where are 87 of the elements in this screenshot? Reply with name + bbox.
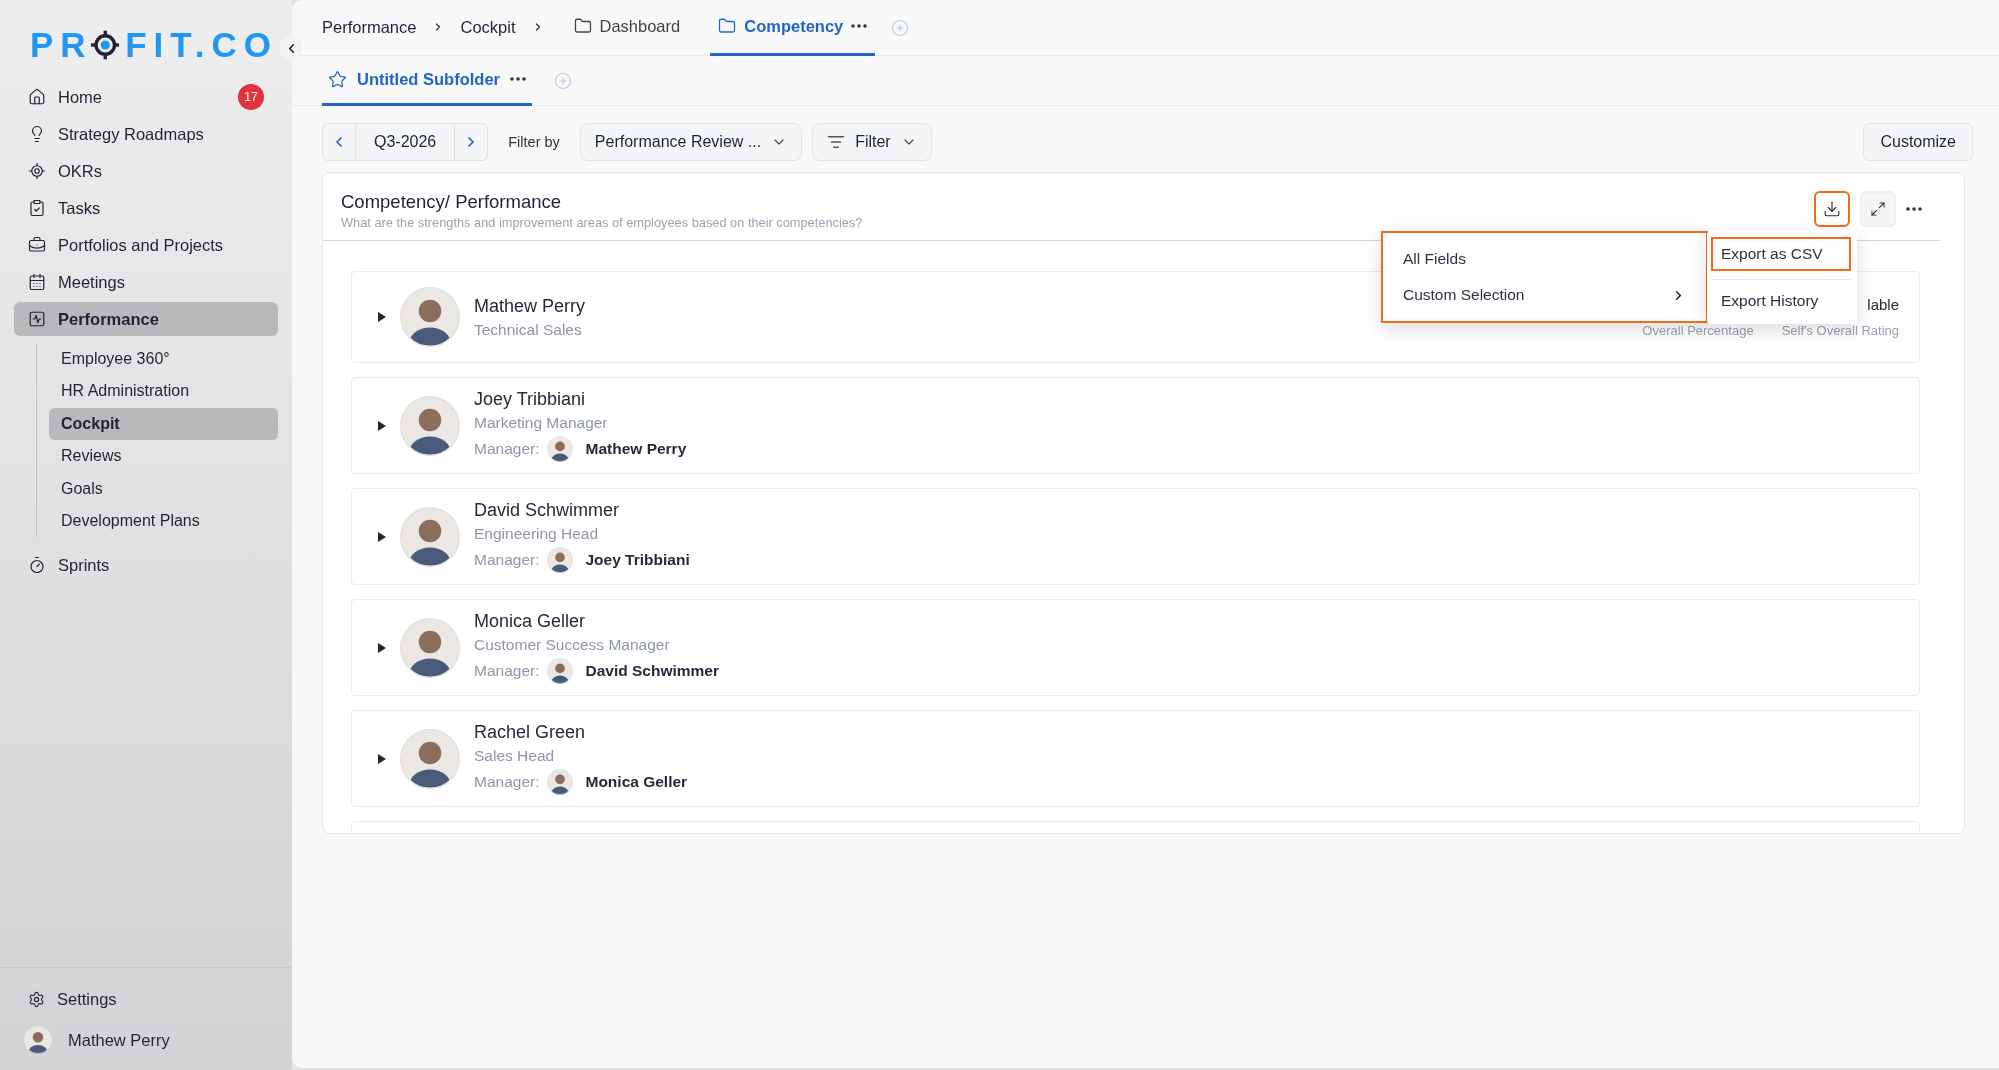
target-icon [90, 28, 120, 62]
settings-item[interactable]: Settings [14, 982, 278, 1016]
filter-by-label: Filter by [508, 134, 560, 150]
nav-subitem[interactable]: Goals [49, 473, 278, 505]
settings-icon [28, 990, 45, 1008]
manager-label: Manager: [474, 773, 540, 791]
folder-tab[interactable]: Dashboard [565, 0, 689, 56]
nav-item[interactable]: Portfolios and Projects [14, 228, 278, 262]
view-dropdown[interactable]: Performance Review ... [579, 123, 803, 161]
manager-label: Manager: [474, 662, 540, 680]
expand-caret-icon[interactable] [378, 312, 386, 322]
menu-item[interactable]: Export History [1711, 284, 1851, 318]
employee-name: Monica Geller [474, 611, 587, 632]
clipboard-icon [28, 199, 46, 217]
house-icon [28, 88, 46, 106]
star-icon [328, 69, 347, 89]
employee-role: Customer Success Manager [474, 636, 671, 654]
more-button[interactable] [1906, 207, 1922, 211]
more-icon [1906, 207, 1922, 211]
nav-item[interactable]: OKRs [14, 154, 278, 188]
menu-item[interactable]: Export as CSV [1711, 237, 1851, 271]
expand-caret-icon[interactable] [378, 420, 386, 431]
nav-item[interactable]: Home 17 [14, 80, 278, 114]
chart-icon [28, 310, 46, 328]
logo: PR FIT.CO [29, 24, 278, 66]
manager-name: Mathew Perry [585, 440, 687, 458]
employee-name: Rachel Green [474, 722, 587, 743]
menu-item[interactable]: Custom Selection [1383, 277, 1706, 313]
nav-item[interactable]: Meetings [14, 265, 278, 299]
expand-caret-icon[interactable] [378, 531, 386, 542]
more-icon [851, 24, 868, 28]
collapse-button[interactable] [280, 36, 302, 60]
avatar [547, 547, 574, 573]
nav-subitem[interactable]: Cockpit [49, 408, 278, 440]
avatar [547, 658, 574, 684]
card-title: Competency/ Performance [341, 191, 563, 213]
notification-badge: 17 [238, 84, 264, 110]
manager-name: Monica Geller [585, 773, 688, 791]
folder-tab[interactable]: Competency [710, 0, 876, 56]
folder-icon [573, 17, 592, 35]
employee-role: Technical Sales [474, 320, 583, 339]
breadcrumb[interactable]: Performance [322, 18, 417, 37]
download-icon [1823, 200, 1841, 218]
customize-button[interactable]: Customize [1863, 123, 1973, 161]
folder-icon [718, 17, 737, 35]
employee-role: Marketing Manager [474, 414, 609, 432]
target-icon [28, 162, 46, 180]
manager-label: Manager: [474, 551, 540, 569]
manager-name: David Schwimmer [585, 662, 719, 680]
expand-icon [1870, 201, 1886, 217]
column-label: Self's Overall Rating [1781, 323, 1899, 338]
nav-subitem[interactable]: Development Plans [49, 505, 278, 537]
nav-item[interactable]: Strategy Roadmaps [14, 117, 278, 151]
card-subtitle: What are the strengths and improvement areas of employees based on their competencies? [341, 215, 864, 230]
calendar-icon [28, 273, 46, 291]
manager-name: Joey Tribbiani [585, 551, 690, 569]
avatar [547, 769, 574, 795]
stopwatch-icon [28, 556, 46, 574]
avatar [547, 436, 574, 462]
nav-subitem[interactable]: HR Administration [49, 375, 278, 407]
nav-subitem[interactable]: Employee 360° [49, 343, 278, 375]
employee-role: Sales Head [474, 747, 556, 765]
expand-caret-icon[interactable] [378, 642, 386, 653]
nav-item[interactable]: Sprints [14, 548, 278, 582]
nav-item[interactable]: Tasks [14, 191, 278, 225]
avatar [400, 287, 460, 347]
period-value: Q3-2026 [355, 124, 456, 160]
manager-label: Manager: [474, 440, 540, 458]
expand-button[interactable] [1860, 191, 1896, 227]
more-icon [510, 77, 526, 81]
avatar [24, 1026, 52, 1054]
nav-subitem[interactable]: Reviews [49, 440, 278, 472]
download-button[interactable] [1814, 191, 1850, 227]
menu-item[interactable]: All Fields [1383, 241, 1706, 277]
briefcase-icon [28, 236, 46, 254]
filter-icon [827, 133, 846, 151]
employee-name: David Schwimmer [474, 500, 621, 521]
employee-role: Engineering Head [474, 525, 600, 543]
column-label: Overall Percentage [1642, 323, 1754, 338]
nav-item[interactable]: Performance [14, 302, 278, 336]
expand-caret-icon[interactable] [378, 753, 386, 764]
subfolder-tab[interactable]: Untitled Subfolder [322, 55, 532, 106]
filter-button[interactable]: Filter [812, 123, 932, 161]
employee-name: Joey Tribbiani [474, 389, 587, 410]
column-heading: lable [1867, 296, 1899, 313]
breadcrumb[interactable]: Cockpit [460, 18, 516, 37]
user-name[interactable]: Mathew Perry [68, 1030, 170, 1050]
